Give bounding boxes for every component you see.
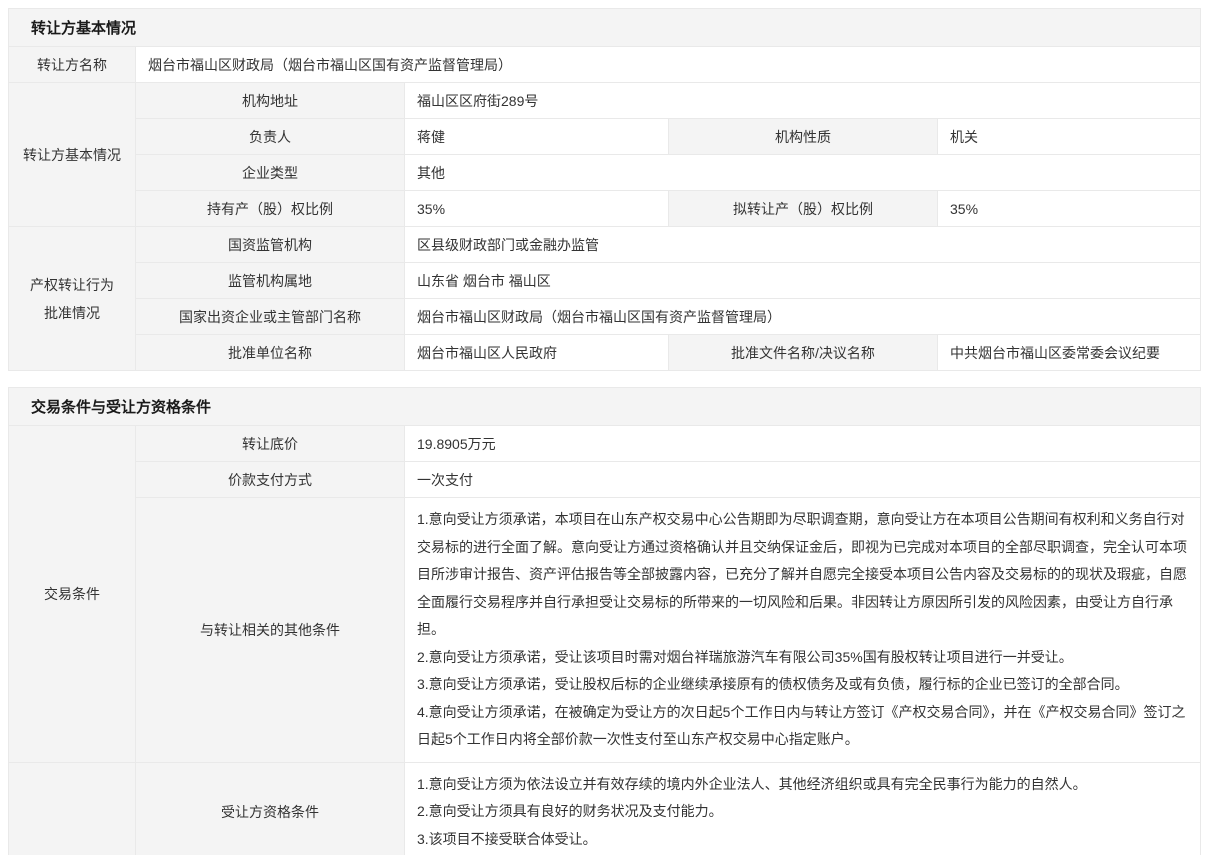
hold-ratio-label: 持有产（股）权比例 [136,191,405,227]
transferor-name-row: 转让方名称 烟台市福山区财政局（烟台市福山区国有资产监督管理局） [9,47,1201,83]
parent-enterprise-row: 国家出资企业或主管部门名称 烟台市福山区财政局（烟台市福山区国有资产监督管理局） [9,299,1201,335]
approval-doc-value: 中共烟台市福山区委常委会议纪要 [938,335,1201,371]
supervisor-region-value: 山东省 烟台市 福山区 [405,263,1201,299]
org-nature-value: 机关 [938,119,1201,155]
approver-label: 批准单位名称 [136,335,405,371]
equity-ratio-row: 持有产（股）权比例 35% 拟转让产（股）权比例 35% [9,191,1201,227]
floor-price-label: 转让底价 [136,426,405,462]
org-address-value: 福山区区府街289号 [405,83,1201,119]
section-gap [8,371,1200,387]
qualification-label: 受让方资格条件 [136,762,405,855]
approver-value: 烟台市福山区人民政府 [405,335,669,371]
section1-header-row: 转让方基本情况 [9,9,1201,47]
supervisor-row: 产权转让行为 批准情况 国资监管机构 区县级财政部门或金融办监管 [9,227,1201,263]
supervisor-region-row: 监管机构属地 山东省 烟台市 福山区 [9,263,1201,299]
supervisor-region-label: 监管机构属地 [136,263,405,299]
trade-conditions-category: 交易条件 [9,426,136,763]
supervisor-value: 区县级财政部门或金融办监管 [405,227,1201,263]
qualification-value: 1.意向受让方须为依法设立并有效存续的境内外企业法人、其他经济组织或具有完全民事… [405,762,1201,855]
payment-method-label: 价款支付方式 [136,462,405,498]
floor-price-row: 交易条件 转让底价 19.8905万元 [9,426,1201,462]
org-nature-label: 机构性质 [669,119,938,155]
company-type-value: 其他 [405,155,1201,191]
head-person-row: 负责人 蒋健 机构性质 机关 [9,119,1201,155]
payment-method-value: 一次支付 [405,462,1201,498]
approval-doc-label: 批准文件名称/决议名称 [669,335,938,371]
transferor-name-label: 转让方名称 [9,47,136,83]
section1-title: 转让方基本情况 [9,9,1201,47]
other-conditions-label: 与转让相关的其他条件 [136,498,405,763]
other-conditions-row: 与转让相关的其他条件 1.意向受让方须承诺，本项目在山东产权交易中心公告期即为尽… [9,498,1201,763]
approver-row: 批准单位名称 烟台市福山区人民政府 批准文件名称/决议名称 中共烟台市福山区委常… [9,335,1201,371]
basic-info-category: 转让方基本情况 [9,83,136,227]
transfer-listing-page: 转让方基本情况 转让方名称 烟台市福山区财政局（烟台市福山区国有资产监督管理局）… [0,0,1208,855]
qualification-row: 受让方资格条件 1.意向受让方须为依法设立并有效存续的境内外企业法人、其他经济组… [9,762,1201,855]
head-person-label: 负责人 [136,119,405,155]
hold-ratio-value: 35% [405,191,669,227]
transferor-name-value: 烟台市福山区财政局（烟台市福山区国有资产监督管理局） [136,47,1201,83]
section2-title: 交易条件与受让方资格条件 [9,388,1201,426]
org-address-label: 机构地址 [136,83,405,119]
parent-enterprise-label: 国家出资企业或主管部门名称 [136,299,405,335]
parent-enterprise-value: 烟台市福山区财政局（烟台市福山区国有资产监督管理局） [405,299,1201,335]
transfer-ratio-value: 35% [938,191,1201,227]
qualification-category-cell [9,762,136,855]
company-type-label: 企业类型 [136,155,405,191]
other-conditions-value: 1.意向受让方须承诺，本项目在山东产权交易中心公告期即为尽职调查期，意向受让方在… [405,498,1201,763]
payment-method-row: 价款支付方式 一次支付 [9,462,1201,498]
trade-conditions-table: 交易条件与受让方资格条件 交易条件 转让底价 19.8905万元 价款支付方式 … [8,387,1201,855]
company-type-row: 企业类型 其他 [9,155,1201,191]
section2-header-row: 交易条件与受让方资格条件 [9,388,1201,426]
supervisor-label: 国资监管机构 [136,227,405,263]
transfer-ratio-label: 拟转让产（股）权比例 [669,191,938,227]
approval-category: 产权转让行为 批准情况 [9,227,136,371]
transferor-info-table: 转让方基本情况 转让方名称 烟台市福山区财政局（烟台市福山区国有资产监督管理局）… [8,8,1201,371]
floor-price-value: 19.8905万元 [405,426,1201,462]
org-address-row: 转让方基本情况 机构地址 福山区区府街289号 [9,83,1201,119]
head-person-value: 蒋健 [405,119,669,155]
